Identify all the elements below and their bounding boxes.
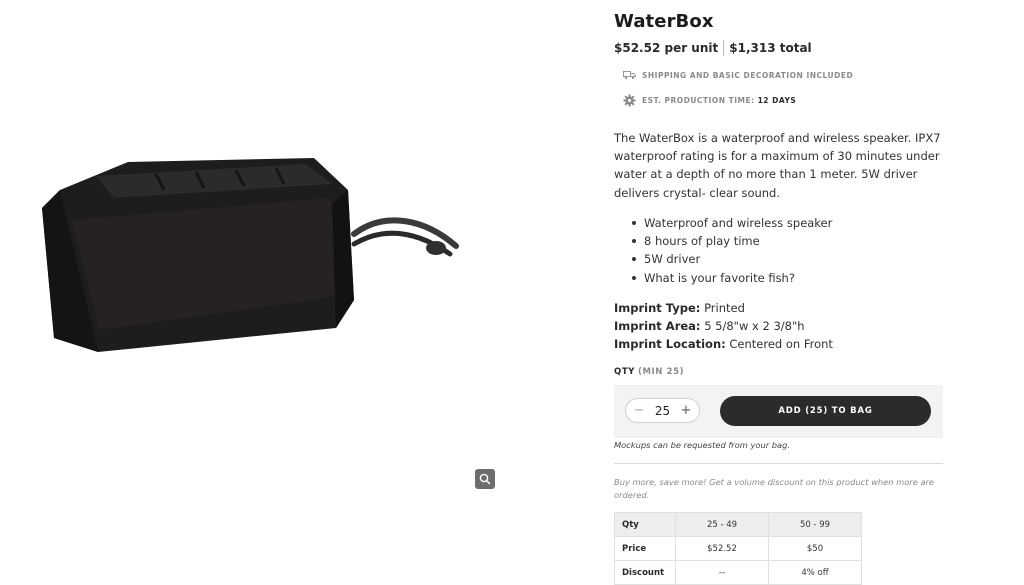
table-header-cell: 25 - 49 bbox=[675, 512, 769, 537]
table-cell: 4% off bbox=[768, 560, 862, 585]
imprint-area: Imprint Area: 5 5/8"w x 2 3/8"h bbox=[614, 317, 833, 335]
table-header-row: Qty 25 - 49 50 - 99 bbox=[614, 512, 862, 537]
qty-min-text: (MIN 25) bbox=[637, 367, 685, 377]
add-to-bag-panel: − 25 + ADD (25) TO BAG bbox=[614, 385, 943, 438]
volume-pricing-table: Qty 25 - 49 50 - 99 Price $52.52 $50 Dis… bbox=[614, 512, 862, 585]
shipping-text: SHIPPING AND BASIC DECORATION INCLUDED bbox=[642, 70, 854, 80]
zoom-button[interactable] bbox=[475, 469, 495, 489]
imprint-area-value: 5 5/8"w x 2 3/8"h bbox=[704, 319, 805, 334]
quantity-stepper[interactable]: − 25 + bbox=[625, 398, 700, 423]
product-image bbox=[42, 158, 459, 352]
qty-label-text: QTY bbox=[614, 367, 635, 377]
table-cell: -- bbox=[675, 560, 769, 585]
list-item: 8 hours of play time bbox=[614, 232, 832, 250]
price-total: $1,313 total bbox=[729, 41, 812, 55]
shipping-note: SHIPPING AND BASIC DECORATION INCLUDED bbox=[622, 68, 853, 82]
mockups-note: Mockups can be requested from your bag. bbox=[614, 440, 791, 450]
list-item: 5W driver bbox=[614, 250, 832, 268]
description-text: The WaterBox is a waterproof and wireles… bbox=[614, 131, 941, 200]
imprint-area-label: Imprint Area: bbox=[614, 319, 701, 334]
list-item: Waterproof and wireless speaker bbox=[614, 214, 832, 232]
table-cell: Discount bbox=[614, 560, 676, 585]
decrement-button[interactable]: − bbox=[633, 404, 645, 417]
divider bbox=[614, 463, 943, 464]
truck-icon bbox=[622, 68, 636, 82]
gear-icon bbox=[622, 93, 636, 107]
feature-list: Waterproof and wireless speaker 8 hours … bbox=[614, 214, 832, 287]
imprint-location-value: Centered on Front bbox=[729, 337, 833, 352]
volume-discount-note: Buy more, save more! Get a volume discou… bbox=[614, 477, 935, 500]
production-value: 12 DAYS bbox=[757, 95, 797, 105]
imprint-location-label: Imprint Location: bbox=[614, 337, 726, 352]
price-per-unit: $52.52 per unit bbox=[614, 41, 719, 55]
qty-label: QTY (MIN 25) bbox=[614, 367, 684, 377]
price-divider bbox=[723, 40, 725, 56]
price-line: $52.52 per unit $1,313 total bbox=[614, 40, 812, 56]
production-time: EST. PRODUCTION TIME: 12 DAYS bbox=[622, 93, 796, 107]
product-title: WaterBox bbox=[614, 11, 714, 32]
imprint-type-value: Printed bbox=[704, 301, 745, 315]
product-description: The WaterBox is a waterproof and wireles… bbox=[614, 129, 944, 202]
increment-button[interactable]: + bbox=[680, 404, 692, 417]
table-row: Price $52.52 $50 bbox=[614, 536, 862, 561]
imprint-type-label: Imprint Type: bbox=[614, 301, 701, 315]
magnifier-icon bbox=[479, 473, 491, 485]
production-label: EST. PRODUCTION TIME: bbox=[642, 95, 755, 105]
quantity-value[interactable]: 25 bbox=[655, 404, 670, 418]
imprint-location: Imprint Location: Centered on Front bbox=[614, 335, 833, 353]
imprint-type: Imprint Type: Printed bbox=[614, 299, 833, 317]
table-cell: $52.52 bbox=[675, 536, 769, 561]
table-row: Discount -- 4% off bbox=[614, 560, 862, 585]
table-header-cell: Qty bbox=[614, 512, 676, 537]
list-item: What is your favorite fish? bbox=[614, 269, 832, 287]
imprint-details: Imprint Type: Printed Imprint Area: 5 5/… bbox=[614, 299, 833, 354]
table-header-cell: 50 - 99 bbox=[768, 512, 862, 537]
table-cell: Price bbox=[614, 536, 676, 561]
table-cell: $50 bbox=[768, 536, 862, 561]
add-to-bag-button[interactable]: ADD (25) TO BAG bbox=[720, 396, 931, 426]
product-gallery bbox=[0, 0, 560, 585]
